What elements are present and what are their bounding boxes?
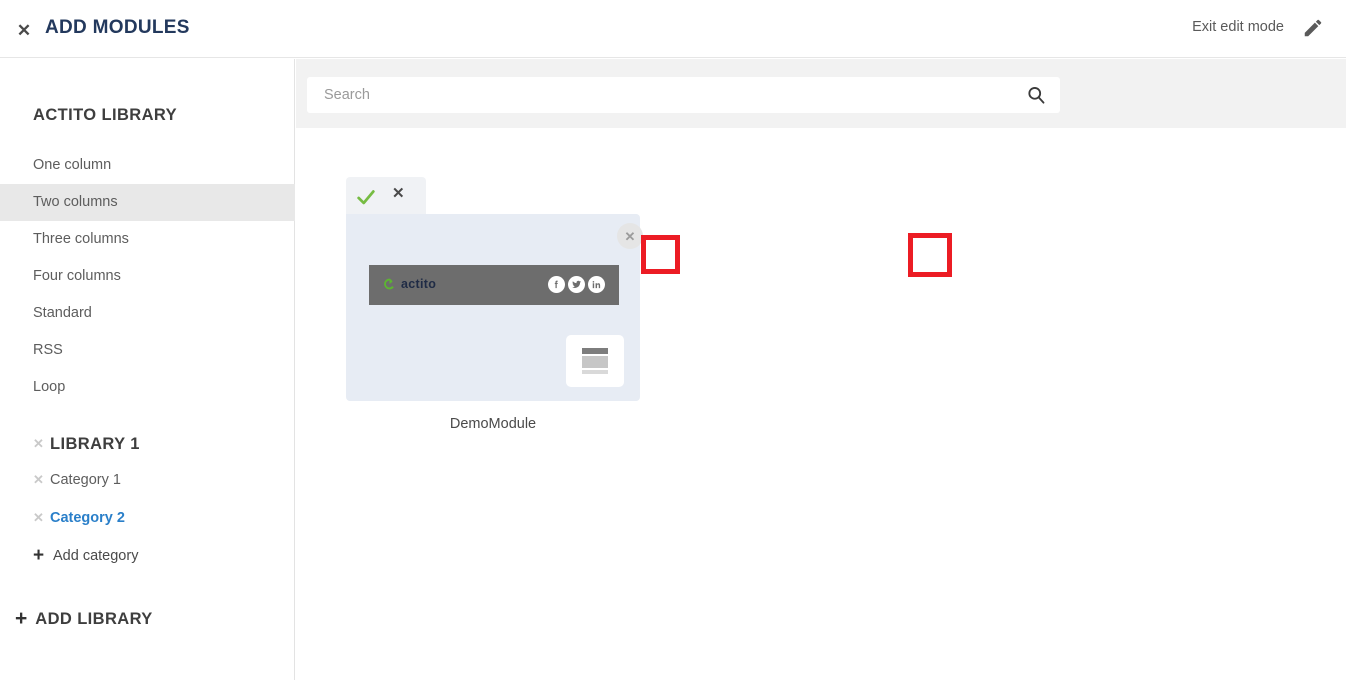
sidebar-category-2[interactable]: ✕ Category 2 bbox=[0, 499, 295, 537]
x-delete-icon[interactable]: ✕ bbox=[33, 436, 44, 452]
page-title: ADD MODULES bbox=[45, 17, 190, 38]
module-name-label: DemoModule bbox=[449, 416, 537, 432]
sidebar-item-one-column[interactable]: One column bbox=[0, 147, 295, 184]
sidebar-item-loop[interactable]: Loop bbox=[0, 369, 295, 406]
content-area: ✕ ✕ actito bbox=[296, 59, 1346, 680]
search-icon[interactable] bbox=[1026, 85, 1046, 105]
sidebar-layout-list: One column Two columns Three columns Fou… bbox=[0, 147, 295, 406]
top-header-bar: ✕ ADD MODULES Exit edit mode bbox=[0, 0, 1346, 58]
exit-edit-mode-button[interactable]: Exit edit mode bbox=[1192, 19, 1284, 35]
social-icons bbox=[548, 276, 605, 293]
sidebar-item-four-columns[interactable]: Four columns bbox=[0, 258, 295, 295]
sidebar-item-rss[interactable]: RSS bbox=[0, 332, 295, 369]
annotation-box-confirm bbox=[641, 235, 680, 274]
module-preview[interactable]: ✕ actito bbox=[346, 214, 643, 401]
actito-logo: actito bbox=[383, 277, 436, 291]
search-input[interactable] bbox=[324, 77, 1014, 113]
x-delete-icon[interactable]: ✕ bbox=[33, 510, 44, 526]
actito-logo-text: actito bbox=[401, 277, 437, 291]
green-check-icon[interactable] bbox=[349, 181, 382, 212]
add-category-label: Add category bbox=[53, 548, 139, 564]
sidebar-library1-section: ✕ LIBRARY 1 ✕ Category 1 ✕ Category 2 + … bbox=[0, 427, 295, 575]
pencil-icon[interactable] bbox=[1302, 17, 1324, 39]
library1-title: LIBRARY 1 bbox=[50, 434, 140, 453]
module-banner: actito bbox=[369, 265, 619, 305]
category-label[interactable]: Category 2 bbox=[50, 510, 125, 526]
plus-icon: + bbox=[33, 545, 45, 566]
library1-header: ✕ LIBRARY 1 bbox=[0, 427, 295, 461]
content-block-placeholder[interactable] bbox=[566, 335, 624, 387]
sidebar-category-1[interactable]: ✕ Category 1 bbox=[0, 461, 295, 499]
annotation-box-close bbox=[908, 233, 952, 277]
sidebar-item-two-columns[interactable]: Two columns bbox=[0, 184, 295, 221]
sidebar: ACTITO LIBRARY One column Two columns Th… bbox=[0, 59, 295, 680]
module-toolbar-tab: ✕ bbox=[346, 177, 426, 216]
sidebar-library-title: ACTITO LIBRARY bbox=[33, 106, 178, 124]
sidebar-item-three-columns[interactable]: Three columns bbox=[0, 221, 295, 258]
add-library-button[interactable]: + ADD LIBRARY bbox=[15, 607, 153, 631]
add-library-label: ADD LIBRARY bbox=[35, 609, 153, 628]
plus-icon: + bbox=[15, 607, 28, 630]
actito-logo-icon bbox=[384, 278, 394, 290]
content-block-icon bbox=[582, 348, 608, 374]
linkedin-icon[interactable] bbox=[588, 276, 605, 293]
module-cancel-x-icon[interactable]: ✕ bbox=[392, 186, 405, 201]
twitter-icon[interactable] bbox=[568, 276, 585, 293]
search-bar bbox=[296, 59, 1346, 128]
x-delete-icon[interactable]: ✕ bbox=[33, 472, 44, 488]
category-label[interactable]: Category 1 bbox=[50, 472, 121, 488]
search-field[interactable] bbox=[307, 77, 1060, 113]
facebook-icon[interactable] bbox=[548, 276, 565, 293]
close-x-icon[interactable]: ✕ bbox=[12, 18, 36, 42]
add-category-button[interactable]: + Add category bbox=[0, 537, 295, 575]
sidebar-item-standard[interactable]: Standard bbox=[0, 295, 295, 332]
circle-close-icon[interactable]: ✕ bbox=[617, 223, 643, 249]
